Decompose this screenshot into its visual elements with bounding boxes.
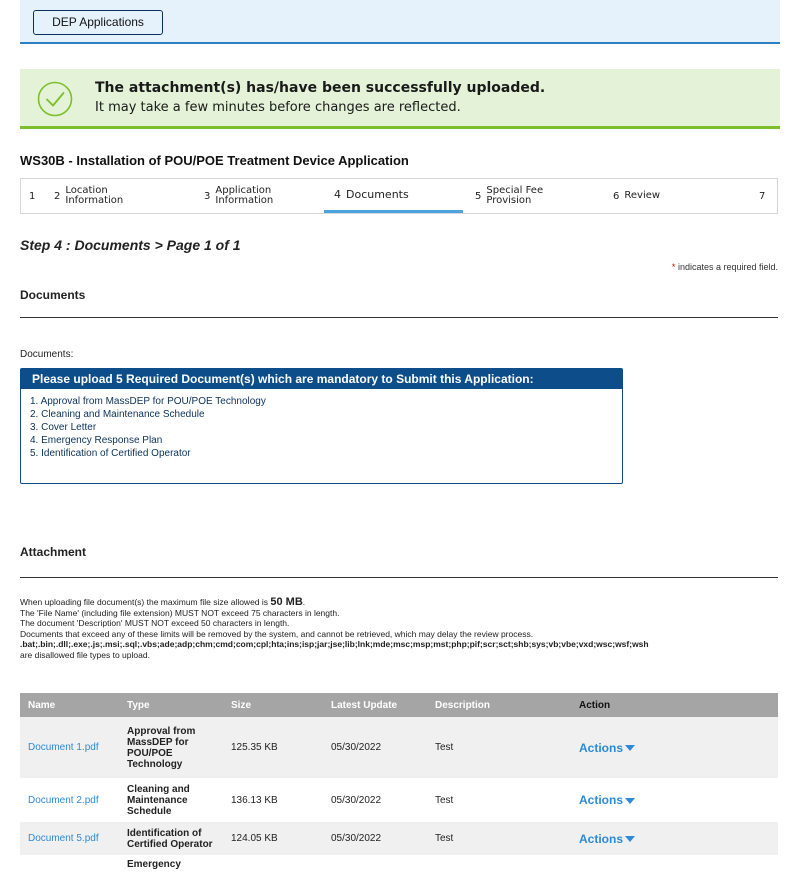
document-size [223,855,323,878]
actions-label: Actions [579,740,624,755]
document-description: Test [427,717,571,778]
document-type: Identification of Certified Operator [119,822,223,855]
step-tab-application-information[interactable]: 3 Application Information [182,179,324,213]
caret-down-icon [625,797,636,804]
required-field-note: * indicates a required field. [672,262,778,272]
document-type: Cleaning and Maintenance Schedule [119,778,223,822]
required-documents-box: Please upload 5 Required Document(s) whi… [20,368,623,484]
document-date: 05/30/2022 [323,778,427,822]
document-link[interactable]: Document 2.pdf [20,778,119,822]
checkmark-circle-icon [37,81,73,117]
actions-label: Actions [579,831,624,846]
actions-dropdown[interactable]: Actions [571,822,778,855]
section-divider [20,317,778,318]
rule-text: . [302,597,306,607]
document-type: Emergency [119,855,223,878]
rule-text: When uploading file document(s) the maxi… [20,597,271,607]
document-date: 05/30/2022 [323,717,427,778]
success-message-detail: It may take a few minutes before changes… [95,100,461,115]
required-document-item: 4. Emergency Response Plan [30,435,163,446]
document-description: Test [427,778,571,822]
step-number: 2 [54,190,61,202]
required-document-item: 3. Cover Letter [30,422,97,433]
actions-dropdown[interactable]: Actions [571,717,778,778]
success-banner: The attachment(s) has/have been successf… [20,69,780,129]
top-toolbar: DEP Applications [20,0,780,44]
max-file-size: 50 MB [270,596,303,608]
column-header-latest-update: Latest Update [323,693,427,717]
required-documents-list: 1. Approval from MassDEP for POU/POE Tec… [21,389,622,460]
column-header-type: Type [119,693,223,717]
required-document-item: 1. Approval from MassDEP for POU/POE Tec… [30,396,266,407]
table-row: Document 1.pdf Approval from MassDEP for… [20,717,778,778]
upload-rules: When uploading file document(s) the maxi… [20,597,790,660]
step-label: Review [624,190,661,201]
required-note-text: indicates a required field. [675,262,778,272]
document-link[interactable]: Document 1.pdf [20,717,119,778]
step-navigation: 1 2 Location Information 3 Application I… [20,178,778,214]
dep-applications-button[interactable]: DEP Applications [33,10,163,35]
actions-label: Actions [579,793,624,807]
table-row: Emergency [20,855,778,878]
document-description [427,855,571,878]
upload-rule-filename: The 'File Name' (including file extensio… [20,607,340,618]
actions-dropdown[interactable] [571,855,778,878]
document-link[interactable] [20,855,119,878]
column-header-action: Action [571,693,778,717]
document-description: Test [427,822,571,855]
step-tab-location-information[interactable]: 2 Location Information [46,179,182,213]
step-number: 7 [759,190,766,202]
step-label: Location Information [65,185,124,206]
success-message-title: The attachment(s) has/have been successf… [95,80,546,96]
required-document-item: 5. Identification of Certified Operator [30,448,191,459]
documents-section-title: Documents [20,288,86,302]
application-title: WS30B - Installation of POU/POE Treatmen… [20,153,409,168]
column-header-name: Name [20,693,119,717]
step-heading: Step 4 : Documents > Page 1 of 1 [20,237,241,253]
table-row: Document 2.pdf Cleaning and Maintenance … [20,778,778,822]
step-tab-review[interactable]: 6 Review [603,179,751,213]
step-number: 1 [29,190,36,202]
step-label: Application Information [215,185,274,206]
step-tab-documents[interactable]: 4 Documents [324,179,463,213]
step-label: Special Fee Provision [486,185,544,206]
attachments-table: Name Type Size Latest Update Description… [20,693,778,878]
attachment-section-title: Attachment [20,545,87,559]
upload-rule-limits: Documents that exceed any of these limit… [20,628,534,639]
step-number: 4 [334,188,341,201]
upload-rule-description: The document 'Description' MUST NOT exce… [20,618,290,628]
step-tab-1[interactable]: 1 [21,179,46,213]
step-tab-7[interactable]: 7 [751,179,777,213]
document-size: 136.13 KB [223,778,323,822]
table-row: Document 5.pdf Identification of Certifi… [20,822,778,855]
step-tab-special-fee-provision[interactable]: 5 Special Fee Provision [463,179,603,213]
actions-dropdown[interactable]: Actions [571,778,778,822]
required-document-item: 2. Cleaning and Maintenance Schedule [30,409,205,420]
disallowed-file-types: .bat;.bin;.dll;.exe;.js;.msi;.sql;.vbs;a… [20,639,649,649]
table-header-row: Name Type Size Latest Update Description… [20,693,778,717]
step-label: Documents [346,187,409,201]
caret-down-icon [625,745,636,752]
required-documents-header: Please upload 5 Required Document(s) whi… [21,369,622,389]
step-number: 3 [204,190,211,202]
step-number: 6 [613,190,620,202]
upload-rule-disallowed: are disallowed file types to upload. [20,649,150,660]
document-link[interactable]: Document 5.pdf [20,822,119,855]
upload-rule-size: When uploading file document(s) the maxi… [20,597,790,608]
document-size: 125.35 KB [223,717,323,778]
document-size: 124.05 KB [223,822,323,855]
section-divider [20,577,778,578]
document-type: Approval from MassDEP for POU/POE Techno… [119,717,223,778]
step-number: 5 [475,190,482,202]
document-date: 05/30/2022 [323,822,427,855]
column-header-size: Size [223,693,323,717]
column-header-description: Description [427,693,571,717]
document-date [323,855,427,878]
documents-label: Documents: [20,349,74,360]
caret-down-icon [625,836,636,843]
